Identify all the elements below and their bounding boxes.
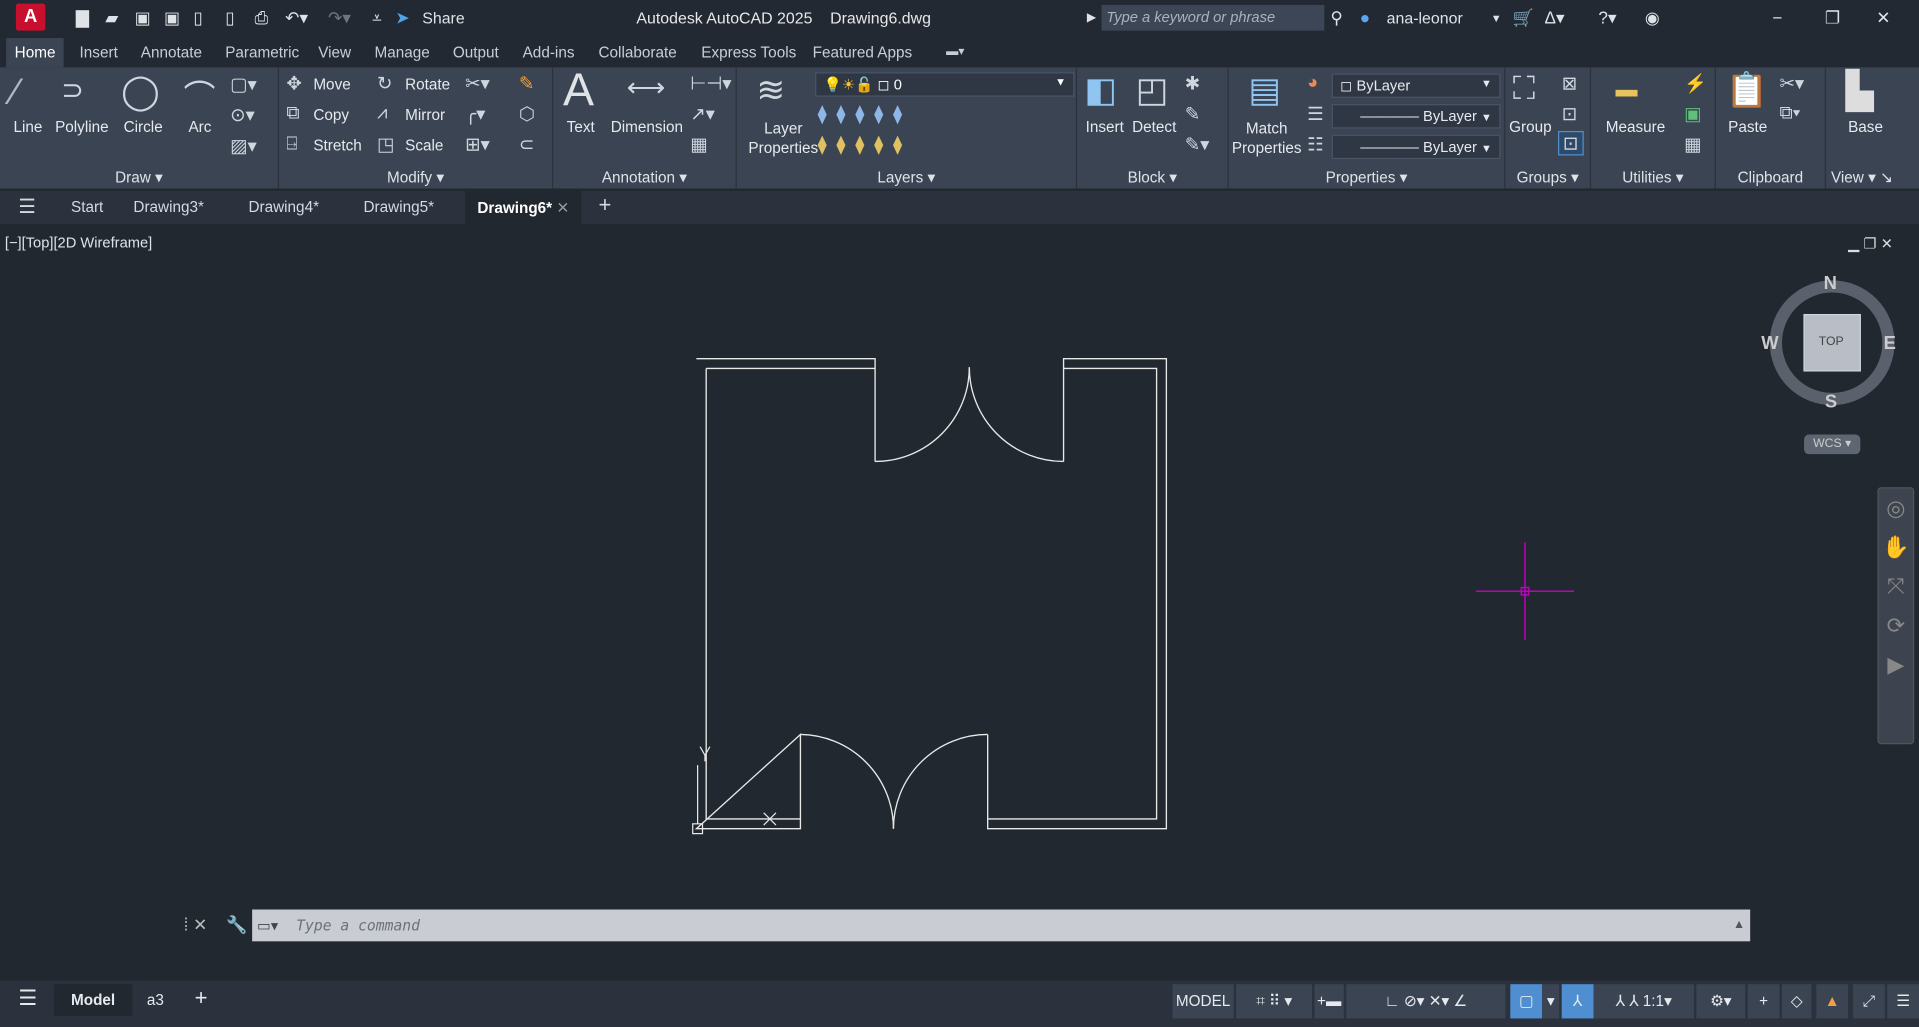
command-expand-icon[interactable]: ▲ <box>1733 918 1745 931</box>
showmotion-icon[interactable]: ▶ <box>1879 645 1913 684</box>
isolate-objects-icon[interactable]: ◇ <box>1781 984 1812 1019</box>
customize-command-icon[interactable]: 🔧 <box>226 914 247 935</box>
bottom-door-left <box>800 733 895 829</box>
wcs-label: WCS <box>1813 437 1842 451</box>
customization-menu-icon[interactable]: ☰ <box>1887 984 1919 1019</box>
top-door-right <box>968 367 1064 463</box>
steering-wheel-icon[interactable]: ◎ <box>1879 488 1913 527</box>
ortho-polar-osnap-icons[interactable]: ∟ ⊘▾ ✕▾ ∠ <box>1346 984 1506 1019</box>
annotation-scale-button[interactable]: ⅄ ⅄ 1:1▾ <box>1593 984 1694 1019</box>
model-space-button[interactable]: MODEL <box>1172 984 1234 1019</box>
inner-wall <box>705 367 1158 820</box>
clean-screen-icon[interactable]: ⤢ <box>1852 984 1885 1019</box>
command-history-icon[interactable]: ▭▾ <box>257 917 278 934</box>
navigation-bar: ◎ ✋ ⤧ ⟳ ▶ <box>1877 487 1915 745</box>
wcs-menu-button[interactable]: WCS ▾ <box>1804 434 1861 455</box>
compass-east[interactable]: E <box>1884 333 1896 354</box>
compass-west[interactable]: W <box>1761 333 1778 354</box>
drawing-canvas[interactable] <box>0 0 1919 1027</box>
annotation-monitor-icon[interactable]: + <box>1747 984 1780 1019</box>
floor-plan <box>694 357 1168 830</box>
annotation-scale-value: 1:1 <box>1642 992 1665 1010</box>
layout-menu-icon[interactable]: ☰ <box>18 987 37 1011</box>
command-line-grip-icon[interactable]: ⁞ ✕ <box>184 914 208 935</box>
grid-snap-buttons[interactable]: ⌗ ⠿ ▾ <box>1236 984 1313 1019</box>
command-input[interactable]: Type a command <box>252 909 1751 942</box>
model-tab[interactable]: Model <box>53 984 133 1017</box>
outer-wall <box>694 357 1168 830</box>
annotation-visibility-icon[interactable]: ⅄ <box>1561 984 1594 1019</box>
top-door-left <box>875 367 971 463</box>
add-layout-button[interactable]: + <box>195 985 208 1011</box>
selection-cycling-icon[interactable]: ▢ <box>1510 984 1543 1019</box>
dynamic-input-icon[interactable]: +▬ <box>1314 984 1344 1019</box>
pan-icon[interactable]: ✋ <box>1879 528 1913 567</box>
bottom-door-right <box>892 733 988 829</box>
layout-tab-a3[interactable]: a3 <box>147 992 164 1009</box>
graphics-performance-icon[interactable]: ▲ <box>1816 984 1849 1019</box>
selection-dropdown-icon[interactable]: ▾ <box>1542 984 1560 1019</box>
nav-icons[interactable]: ◎ ✋ ⤧ ⟳ ▶ <box>1879 488 1913 684</box>
compass-south[interactable]: S <box>1825 392 1837 413</box>
crosshair-cursor <box>1476 542 1574 641</box>
viewcube-top-face[interactable]: TOP <box>1819 335 1844 348</box>
orbit-icon[interactable]: ⟳ <box>1879 606 1913 645</box>
compass-north[interactable]: N <box>1824 273 1837 294</box>
workspace-gear-icon[interactable]: ⚙▾ <box>1696 984 1746 1019</box>
zoom-extents-icon[interactable]: ⤧ <box>1879 567 1913 606</box>
